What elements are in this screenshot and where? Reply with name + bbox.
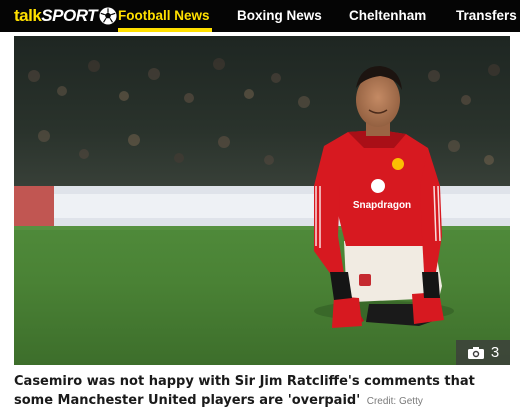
- nav-item-transfers[interactable]: Transfers: [456, 0, 517, 32]
- nav-item-cheltenham[interactable]: Cheltenham: [349, 0, 426, 32]
- image-caption: Casemiro was not happy with Sir Jim Ratc…: [14, 372, 510, 411]
- logo-talk: talk: [14, 6, 42, 25]
- football-icon: [99, 7, 117, 25]
- hero-image[interactable]: Snapdragon: [14, 36, 510, 365]
- talksport-logo[interactable]: talkSPORT: [14, 5, 117, 27]
- camera-icon: [467, 346, 484, 359]
- logo-text: talkSPORT: [14, 5, 98, 27]
- logo-sport: SPORT: [41, 6, 98, 25]
- nav-item-boxing-news[interactable]: Boxing News: [237, 0, 322, 32]
- gallery-count: 3: [490, 344, 500, 361]
- image-credit: Credit: Getty: [366, 396, 423, 407]
- hero-photo: Snapdragon: [14, 36, 510, 365]
- active-tab-indicator: [118, 28, 212, 32]
- shirt-sponsor-text: Snapdragon: [353, 200, 411, 211]
- top-navigation: talkSPORT Football News Boxing News Chel…: [0, 0, 520, 32]
- gallery-count-badge[interactable]: 3: [456, 340, 510, 365]
